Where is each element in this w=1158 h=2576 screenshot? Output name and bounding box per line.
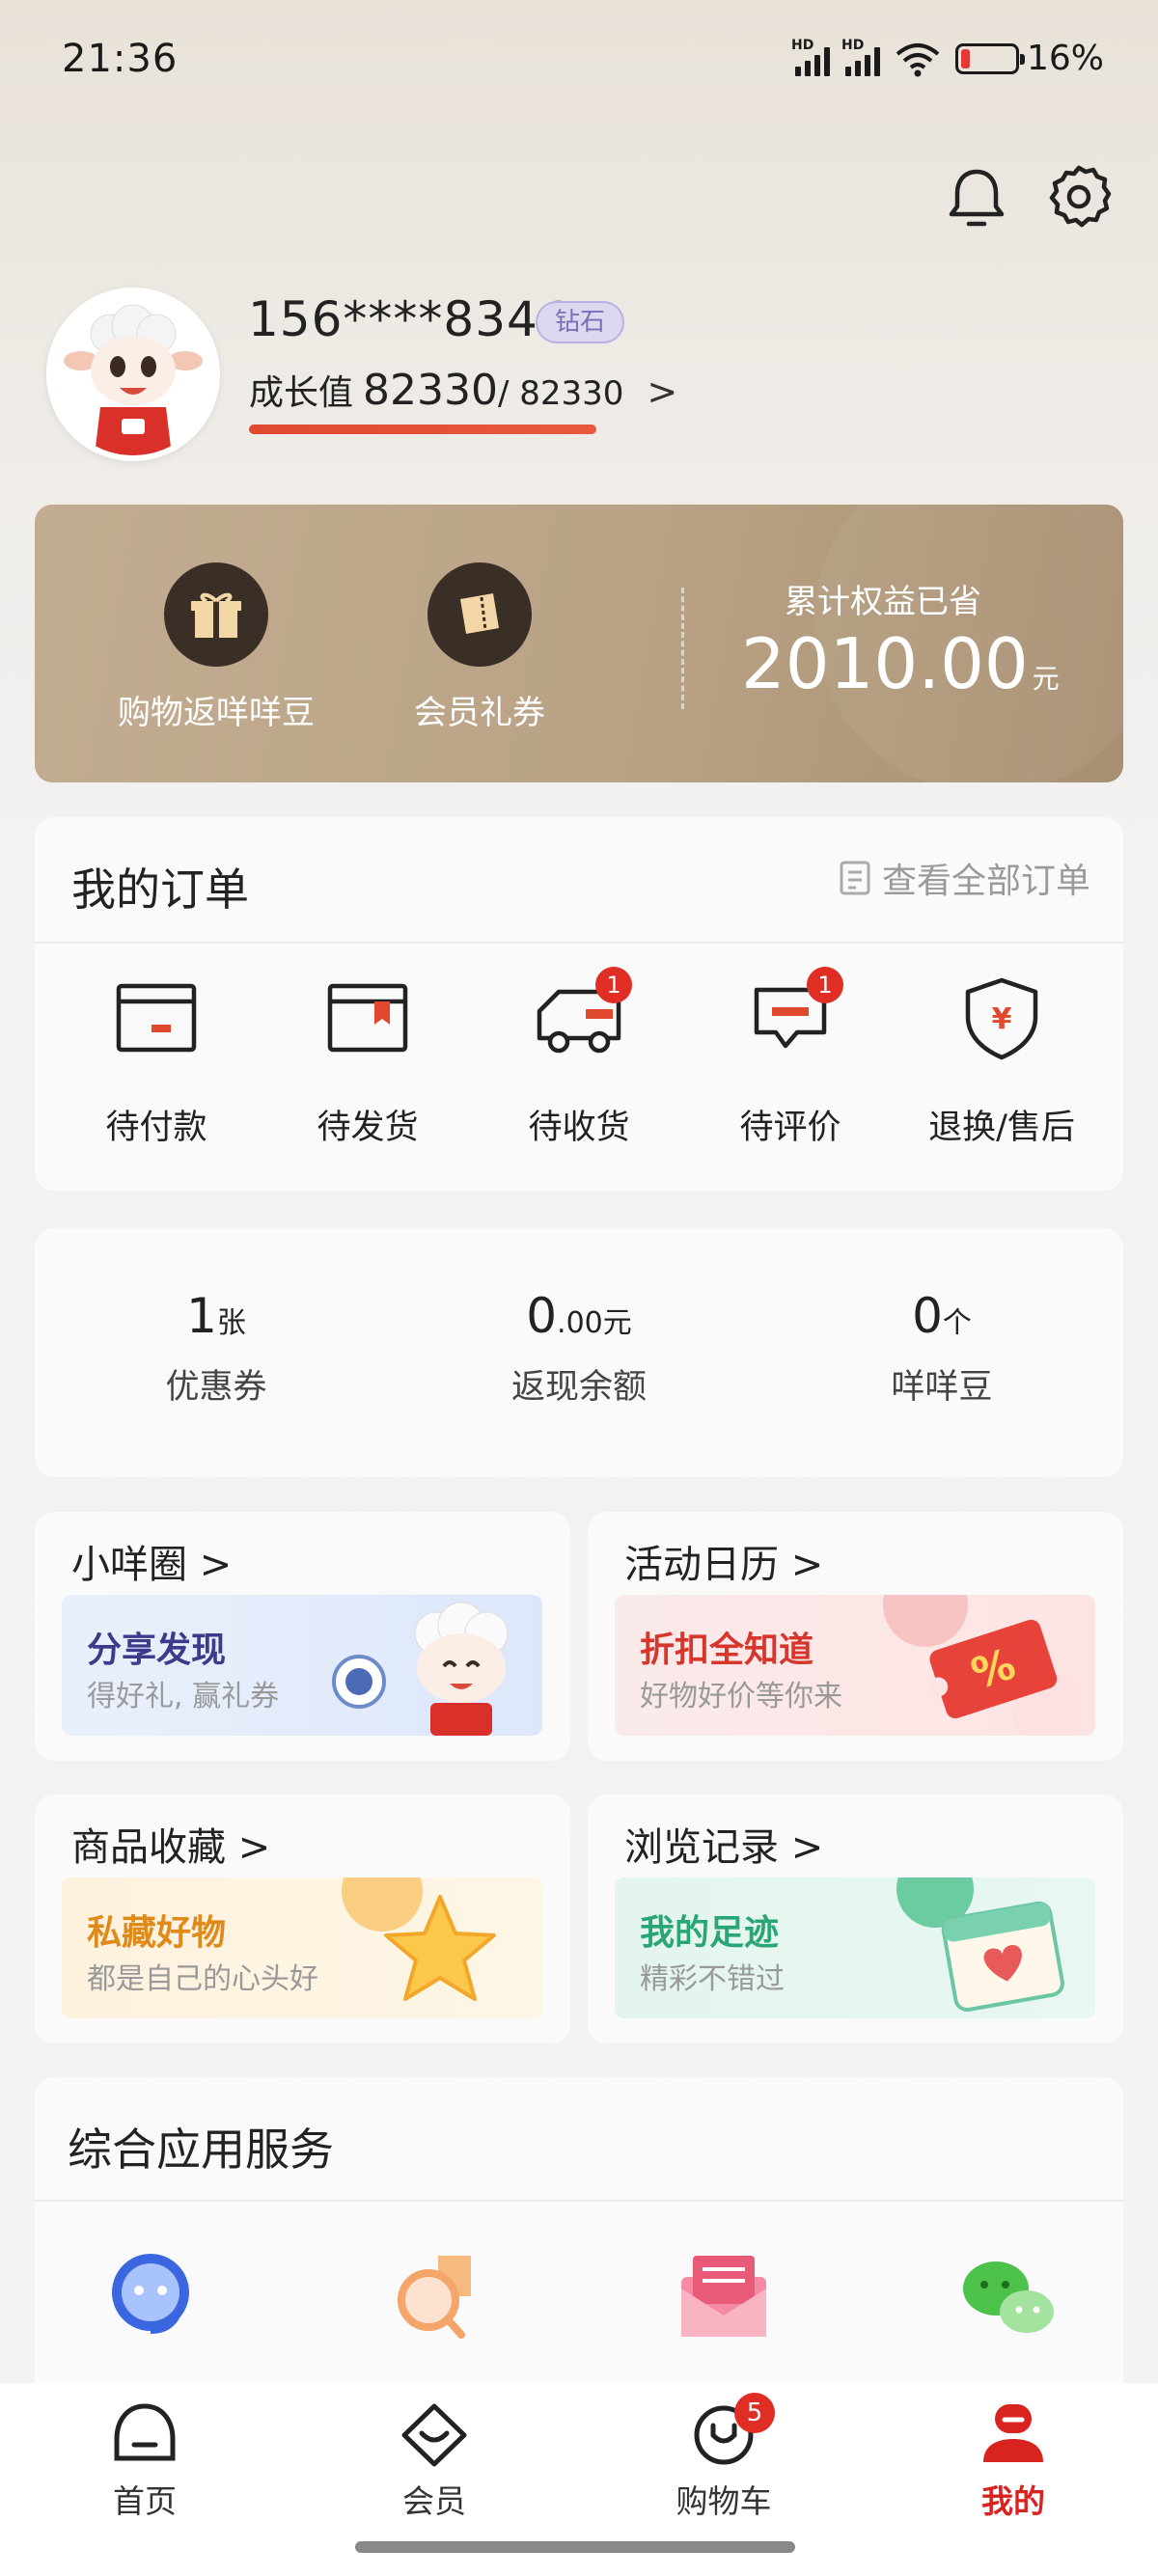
gift-icon [164, 562, 268, 667]
notification-badge: 1 [807, 967, 843, 1003]
chevron-right-icon: > [647, 370, 678, 413]
shield-yen-icon: ¥ [949, 974, 1055, 1061]
tab-home[interactable]: 首页 [48, 2400, 241, 2522]
tile-title: 浏览记录 > [624, 1825, 824, 1870]
cashback-beans-item[interactable]: 购物返咩咩豆 [100, 562, 332, 733]
tab-profile[interactable]: 我的 [917, 2400, 1110, 2522]
cashback-beans-label: 购物返咩咩豆 [118, 694, 315, 732]
sheep-mascot-icon [52, 293, 214, 455]
svg-text:¥: ¥ [992, 1002, 1012, 1036]
home-indicator[interactable] [355, 2541, 795, 2553]
battery-percent: 16% [1026, 39, 1104, 78]
services-title: 综合应用服务 [68, 2124, 334, 2176]
user-phone: 156****8344 [248, 291, 570, 347]
gear-icon[interactable] [1043, 162, 1115, 233]
coupon-count: 1张 [186, 1288, 246, 1344]
footprint-banner: 我的足迹 精彩不错过 [615, 1877, 1095, 2018]
activity-calendar-tile[interactable]: 活动日历 > 折扣全知道 好物好价等你来 % [588, 1512, 1123, 1761]
tile-title: 活动日历 > [624, 1543, 824, 1587]
cashback-balance-item[interactable]: 0.00元 返现余额 [434, 1288, 724, 1409]
battery-fill [960, 48, 970, 69]
growth-value-row[interactable]: 成长值 82330/ 82330 > [249, 365, 677, 415]
tab-cart[interactable]: 5 购物车 [627, 2393, 820, 2522]
avatar[interactable] [46, 288, 220, 461]
profile-icon [978, 2400, 1049, 2468]
beans-count: 0个 [912, 1288, 972, 1344]
status-icons: HD HD 16% [791, 38, 1104, 79]
envelope-icon[interactable] [666, 2238, 782, 2354]
member-coupon-label: 会员礼券 [414, 694, 545, 732]
wallet-icon [103, 974, 209, 1061]
search-service-icon[interactable] [378, 2238, 494, 2354]
status-time: 21:36 [62, 37, 179, 81]
package-icon [315, 974, 421, 1061]
tile-title: 小咩圈 > [71, 1543, 233, 1587]
order-after-sales[interactable]: ¥ 退换/售后 [905, 974, 1098, 1149]
beans-count-item[interactable]: 0个 咩咩豆 [797, 1288, 1087, 1409]
discount-banner: 折扣全知道 好物好价等你来 % [615, 1595, 1095, 1736]
tab-member[interactable]: 会员 [338, 2400, 531, 2522]
view-all-orders-label: 查看全部订单 [882, 862, 1091, 901]
saved-title: 累计权益已省 [785, 583, 981, 621]
order-pending-receipt[interactable]: 1 待收货 [482, 967, 676, 1149]
card-divider [681, 588, 684, 709]
cart-icon: 5 [688, 2393, 775, 2468]
member-coupon-item[interactable]: 会员礼券 [364, 562, 595, 733]
home-icon [109, 2400, 180, 2468]
customer-service-icon[interactable] [93, 2238, 208, 2354]
coupon-icon [427, 562, 532, 667]
member-icon [399, 2400, 470, 2468]
order-pending-payment[interactable]: 待付款 [60, 974, 253, 1149]
order-pending-review[interactable]: 1 待评价 [694, 967, 887, 1149]
saved-amount: 2010.00 元 [741, 623, 1060, 704]
divider [35, 942, 1123, 944]
truck-icon: 1 [526, 967, 632, 1061]
growth-value: 82330 [363, 366, 498, 415]
order-pending-shipment[interactable]: 待发货 [271, 974, 464, 1149]
wechat-icon[interactable] [950, 2238, 1065, 2354]
share-banner: 分享发现 得好礼, 赢礼券 [62, 1595, 542, 1736]
orders-title: 我的订单 [71, 863, 249, 916]
order-list-icon [840, 861, 870, 895]
wifi-icon [896, 42, 940, 76]
battery-indicator: 16% [954, 39, 1104, 78]
discount-ticket-icon: % [883, 1595, 1080, 1736]
history-tile[interactable]: 浏览记录 > 我的足迹 精彩不错过 [588, 1795, 1123, 2043]
view-all-orders-link[interactable]: 查看全部订单 [836, 853, 1090, 903]
signal-icon: HD [791, 38, 830, 76]
sheep-mascot-icon [332, 1602, 509, 1736]
growth-max: / 82330 [498, 374, 624, 413]
bell-icon[interactable] [941, 162, 1012, 233]
community-tile[interactable]: 小咩圈 > 分享发现 得好礼, 赢礼券 [35, 1512, 570, 1761]
favorites-banner: 私藏好物 都是自己的心头好 [62, 1877, 542, 2018]
favorites-tile[interactable]: 商品收藏 > 私藏好物 都是自己的心头好 [35, 1795, 570, 2043]
coupon-count-item[interactable]: 1张 优惠券 [71, 1288, 361, 1409]
comment-icon: 1 [737, 967, 843, 1061]
calendar-heart-icon [896, 1877, 1064, 2013]
cashback-balance: 0.00元 [526, 1288, 632, 1344]
cart-badge: 5 [734, 2393, 775, 2433]
battery-icon [954, 42, 1025, 74]
notification-badge: 1 [595, 967, 632, 1003]
signal-icon: HD [841, 38, 880, 76]
star-icon [342, 1877, 496, 2001]
divider [35, 2200, 1123, 2202]
growth-label: 成长值 [249, 373, 354, 413]
tile-title: 商品收藏 > [71, 1825, 271, 1870]
level-badge: 钻石 [536, 301, 625, 343]
growth-progress-bar [249, 425, 596, 434]
